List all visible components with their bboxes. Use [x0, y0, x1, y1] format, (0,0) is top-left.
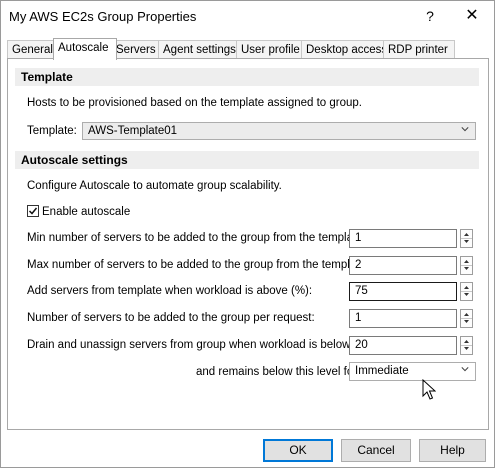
workload-below-label: Drain and unassign servers from group wh… [27, 339, 375, 351]
arrow-down-icon[interactable] [461, 345, 472, 353]
tab-user-profile[interactable]: User profile [236, 40, 307, 59]
workload-above-spinner[interactable] [460, 282, 473, 301]
tab-servers[interactable]: Servers [111, 40, 164, 59]
servers-per-request-input[interactable]: 1 [349, 309, 457, 328]
help-button-titlebar[interactable]: ? [419, 5, 441, 27]
template-select-value: AWS-Template01 [88, 125, 178, 137]
min-servers-input[interactable]: 1 [349, 229, 457, 248]
remains-below-value: Immediate [355, 365, 409, 377]
min-servers-spinner[interactable] [460, 229, 473, 248]
template-label: Template: [27, 125, 77, 137]
chevron-down-icon [461, 127, 469, 132]
tab-agent-settings[interactable]: Agent settings [158, 40, 242, 59]
properties-dialog: My AWS EC2s Group Properties ? ✕ General… [0, 0, 495, 468]
title-bar: My AWS EC2s Group Properties ? ✕ [1, 1, 494, 31]
max-servers-input[interactable]: 2 [349, 256, 457, 275]
tab-rdp-printer[interactable]: RDP printer [383, 40, 455, 59]
min-servers-label: Min number of servers to be added to the… [27, 232, 366, 244]
tab-desktop-access[interactable]: Desktop access [301, 40, 389, 59]
autoscale-section-header: Autoscale settings [15, 151, 479, 169]
close-button[interactable]: ✕ [461, 5, 483, 27]
check-icon [28, 207, 38, 215]
arrow-down-icon[interactable] [461, 318, 472, 326]
tab-general[interactable]: General [7, 40, 58, 59]
autoscale-description: Configure Autoscale to automate group sc… [27, 180, 282, 192]
arrow-down-icon[interactable] [461, 265, 472, 273]
workload-above-label: Add servers from template when workload … [27, 285, 313, 297]
window-title: My AWS EC2s Group Properties [9, 9, 197, 24]
max-servers-label: Max number of servers to be added to the… [27, 259, 369, 271]
arrow-down-icon[interactable] [461, 238, 472, 246]
remains-below-label: and remains below this level for [196, 366, 358, 378]
workload-above-input[interactable]: 75 [349, 282, 457, 301]
remains-below-select[interactable]: Immediate [349, 362, 476, 381]
mouse-pointer-icon [422, 379, 436, 400]
help-button[interactable]: Help [419, 439, 486, 462]
template-description: Hosts to be provisioned based on the tem… [27, 97, 362, 109]
ok-button[interactable]: OK [263, 439, 333, 462]
template-section-header: Template [15, 68, 479, 86]
tab-autoscale[interactable]: Autoscale [53, 38, 117, 60]
template-select[interactable]: AWS-Template01 [82, 122, 476, 140]
workload-below-spinner[interactable] [460, 336, 473, 355]
chevron-down-icon [461, 367, 469, 372]
enable-autoscale-label[interactable]: Enable autoscale [42, 206, 130, 218]
max-servers-spinner[interactable] [460, 256, 473, 275]
servers-per-request-spinner[interactable] [460, 309, 473, 328]
servers-per-request-label: Number of servers to be added to the gro… [27, 312, 315, 324]
cancel-button[interactable]: Cancel [341, 439, 411, 462]
enable-autoscale-checkbox[interactable] [27, 205, 39, 217]
workload-below-input[interactable]: 20 [349, 336, 457, 355]
arrow-down-icon[interactable] [461, 291, 472, 299]
